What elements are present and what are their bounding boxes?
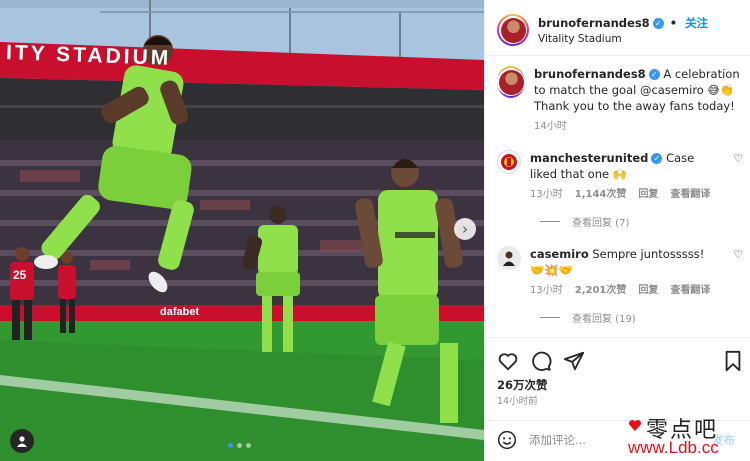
tagged-users-button[interactable] — [10, 429, 34, 453]
share-icon[interactable] — [563, 350, 585, 372]
view-replies-label[interactable]: 查看回复 (7) — [572, 214, 629, 229]
club-crest-icon — [501, 154, 517, 170]
view-replies[interactable]: 查看回复 (7) — [540, 214, 629, 229]
post-header: brunofernandes8 ✓ • 关注 Vitality Stadium — [497, 12, 742, 48]
comment-time: 13小时 — [530, 285, 563, 296]
avatar[interactable] — [497, 14, 529, 46]
separator: • — [669, 16, 678, 30]
player-number: 25 — [13, 268, 27, 282]
next-image-button[interactable]: › — [454, 218, 476, 240]
translate-button[interactable]: 查看翻译 — [670, 283, 710, 299]
divider — [485, 337, 750, 338]
action-bar — [497, 350, 742, 372]
post-side-panel: brunofernandes8 ✓ • 关注 Vitality Stadium b… — [484, 0, 750, 461]
view-replies[interactable]: 查看回复 (19) — [540, 310, 636, 325]
divider — [485, 420, 750, 421]
comment-item: casemiro Sempre juntosssss! 🤝💥🤝 13小时 2,2… — [497, 246, 743, 299]
view-replies-label[interactable]: 查看回复 (19) — [572, 310, 636, 325]
header-username[interactable]: brunofernandes8 — [538, 16, 650, 30]
comment-like-icon[interactable]: ♡ — [733, 248, 743, 261]
comment-time: 13小时 — [530, 189, 563, 200]
verified-icon: ✓ — [652, 18, 664, 29]
follow-button[interactable]: 关注 — [685, 16, 708, 30]
post-time: 14小时前 — [497, 396, 538, 407]
comment-username[interactable]: manchesterunited — [530, 151, 648, 165]
ad-board-text: dafabet — [160, 306, 200, 318]
comment-item: manchesterunited ✓ Case liked that one 🙌 … — [497, 150, 743, 203]
post-comment-button[interactable]: 发布 — [712, 432, 735, 448]
avatar[interactable] — [497, 246, 521, 270]
caption-time: 14小时 — [534, 121, 567, 132]
reply-button[interactable]: 回复 — [638, 187, 658, 203]
reply-button[interactable]: 回复 — [638, 283, 658, 299]
carousel-dot — [246, 443, 251, 448]
carousel-indicator — [228, 443, 251, 448]
add-comment-input[interactable]: 添加评论... — [529, 432, 586, 448]
carousel-dot — [237, 443, 242, 448]
add-comment-row: 添加评论... 发布 — [497, 429, 743, 451]
emoji-icon[interactable] — [497, 430, 517, 450]
comment-icon[interactable] — [530, 350, 552, 372]
user-icon — [17, 436, 27, 447]
bookmark-icon[interactable] — [722, 350, 744, 372]
heart-icon[interactable] — [497, 350, 519, 372]
comment-username[interactable]: casemiro — [530, 247, 589, 261]
likes-count[interactable]: 26万次赞 — [497, 377, 548, 393]
match-photo — [0, 0, 484, 461]
verified-icon: ✓ — [651, 153, 663, 164]
post-photo[interactable]: ITY STADIUM dafabet 25 › — [0, 0, 484, 461]
avatar[interactable] — [497, 150, 521, 174]
carousel-dot — [228, 443, 233, 448]
divider — [485, 55, 750, 56]
person-icon — [503, 251, 515, 266]
comment-likes[interactable]: 2,201次赞 — [575, 283, 627, 299]
comment-likes[interactable]: 1,144次赞 — [575, 187, 627, 203]
avatar[interactable] — [497, 66, 525, 98]
location-link[interactable]: Vitality Stadium — [538, 33, 708, 45]
comment-like-icon[interactable]: ♡ — [733, 152, 743, 165]
post-caption: brunofernandes8 ✓ A celebration to match … — [497, 66, 743, 135]
verified-icon: ✓ — [648, 69, 660, 80]
caption-username[interactable]: brunofernandes8 — [534, 67, 646, 81]
translate-button[interactable]: 查看翻译 — [670, 187, 710, 203]
